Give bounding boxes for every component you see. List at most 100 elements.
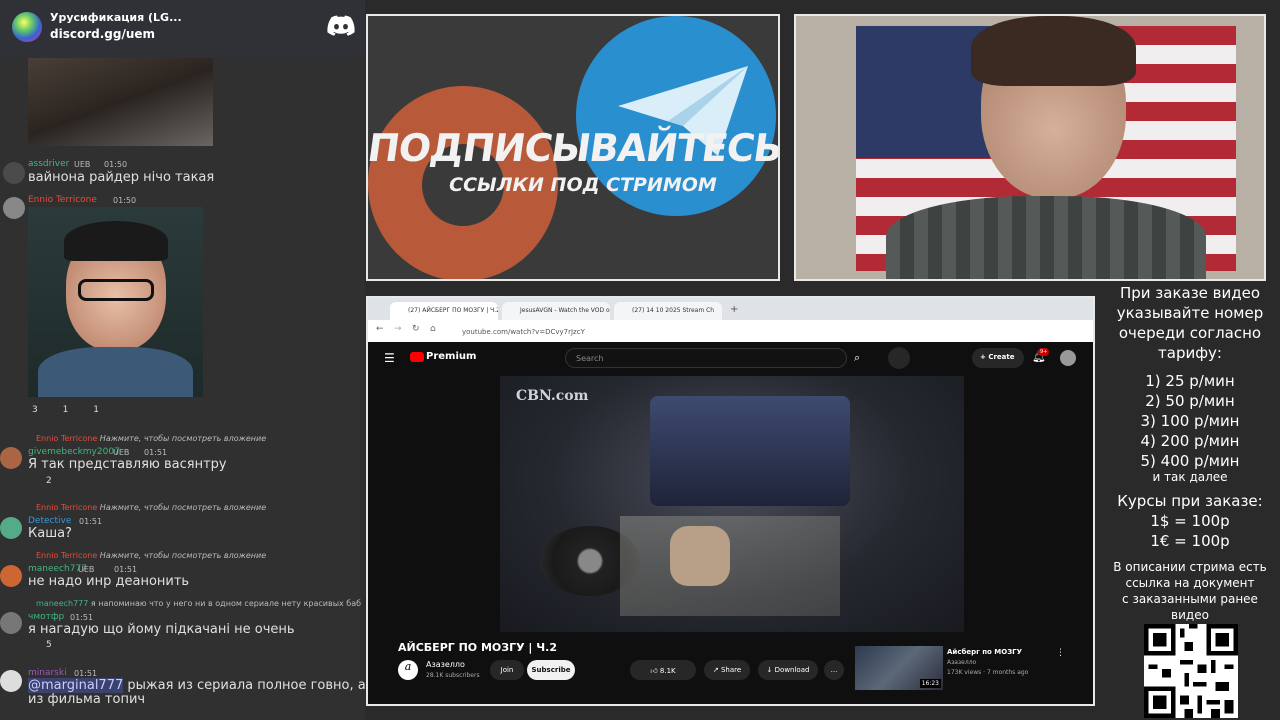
join-button[interactable]: Join <box>490 660 524 680</box>
reaction-count[interactable]: 2 <box>46 476 52 486</box>
browser-tab[interactable]: JesusAVGN - Watch the VOD o <box>502 302 610 320</box>
price-item: 4) 200 р/мин <box>1140 432 1240 450</box>
avatar[interactable] <box>3 162 25 184</box>
recommended-thumbnail[interactable]: 16:23 <box>855 646 943 690</box>
subscriber-count: 28.1K subscribers <box>426 672 480 679</box>
reply-user: Ennio Terricone <box>36 434 98 443</box>
user-mention[interactable]: @marginal777 <box>28 678 124 693</box>
info-text: При заказе видео <box>1119 284 1261 302</box>
username[interactable]: givemebeckmy2007 <box>28 447 120 457</box>
username[interactable]: Detective <box>28 516 71 526</box>
video-person <box>670 526 730 586</box>
user-badge: UEB <box>113 448 130 457</box>
user-badge: UEB <box>78 565 95 574</box>
more-actions-button[interactable]: ... <box>824 660 844 680</box>
youtube-logo-icon[interactable] <box>410 352 424 362</box>
price-etc: и так далее <box>1152 470 1228 484</box>
message-text: @marginal777 рыжая из сериала полное гов… <box>28 678 365 693</box>
browser-tab[interactable]: (27) АЙСБЕРГ ПО МОЗГУ | Ч.2 <box>390 302 498 320</box>
channel-avatar[interactable]: a <box>398 660 418 680</box>
browser-tab[interactable]: (27) 14 10 2025 Stream Ch <box>614 302 722 320</box>
reply-user: Ennio Terricone <box>36 551 98 560</box>
download-button[interactable]: ↓ Download <box>758 660 818 680</box>
recommended-title[interactable]: Айсберг по МОЗГУ <box>947 648 1022 656</box>
info-text: В описании стрима есть <box>1113 560 1267 574</box>
reply-text: я напоминаю что у него ни в одном сериал… <box>90 599 362 608</box>
home-icon[interactable]: ⌂ <box>430 324 436 334</box>
attachment-jacket <box>38 347 193 397</box>
account-avatar[interactable] <box>1060 350 1076 366</box>
reply-preview[interactable]: Ennio Terricone Нажмите, чтобы посмотрет… <box>36 551 266 560</box>
new-tab-button[interactable]: + <box>730 304 738 315</box>
reply-user: Ennio Terricone <box>36 503 98 512</box>
microphone-icon[interactable] <box>888 347 910 369</box>
forward-icon[interactable]: → <box>394 324 402 334</box>
info-text: указывайте номер <box>1116 304 1264 322</box>
timestamp: 01:51 <box>144 448 168 457</box>
avatar[interactable] <box>0 565 22 587</box>
reply-preview[interactable]: Ennio Terricone Нажмите, чтобы посмотрет… <box>36 503 266 512</box>
reaction-count[interactable]: 5 <box>46 640 52 650</box>
share-label: Share <box>720 666 742 674</box>
recommended-channel: Азазелло <box>947 659 977 666</box>
qr-code-icon[interactable] <box>1144 624 1238 718</box>
avatar[interactable] <box>0 447 22 469</box>
avatar[interactable] <box>0 612 22 634</box>
price-item: 2) 50 р/мин <box>1145 392 1235 410</box>
reaction-list[interactable]: 3 1 1 <box>32 405 99 415</box>
search-icon[interactable]: ⌕ <box>854 351 860 365</box>
video-truck <box>650 396 850 506</box>
recommended-duration: 16:23 <box>919 679 941 688</box>
avatar[interactable] <box>0 517 22 539</box>
search-input[interactable]: Search <box>565 348 847 368</box>
server-invite-link[interactable]: discord.gg/uem <box>50 27 155 41</box>
info-text: видео <box>1171 608 1209 622</box>
timestamp: 01:51 <box>70 613 94 622</box>
reaction-count: 1 <box>93 405 99 415</box>
promo-banner: ПОДПИСЫВАЙТЕСЬ ССЫЛКИ ПОД СТРИМОМ <box>366 14 780 281</box>
channel-initial: a <box>404 660 412 673</box>
timestamp: 01:51 <box>79 517 103 526</box>
username[interactable]: чмотфр <box>28 612 64 622</box>
chat-header: Урусификация (LG... discord.gg/uem <box>0 0 365 58</box>
user-badge: UEB <box>74 160 91 169</box>
info-text: очереди согласно <box>1118 324 1262 342</box>
avatar[interactable] <box>3 197 25 219</box>
image-attachment[interactable] <box>28 207 203 397</box>
attachment-hair <box>64 221 168 261</box>
username[interactable]: assdriver <box>28 159 69 169</box>
video-floor <box>620 516 840 616</box>
menu-icon[interactable]: ☰ <box>384 351 395 365</box>
promo-title: ПОДПИСЫВАЙТЕСЬ <box>366 126 780 170</box>
create-button[interactable]: + Create <box>972 348 1024 368</box>
share-button[interactable]: ↗ Share <box>704 660 750 680</box>
subscribe-button[interactable]: Subscribe <box>527 660 575 680</box>
video-player[interactable]: CBN.com <box>500 376 964 632</box>
message-text: Я так представляю васянтру <box>28 457 227 472</box>
streamer-hair <box>971 16 1136 86</box>
reply-text: Нажмите, чтобы посмотреть вложение <box>99 503 267 512</box>
youtube-premium-label[interactable]: Premium <box>426 351 476 362</box>
address-input[interactable]: youtube.com/watch?v=DCvy7rJzcY <box>462 328 912 342</box>
rates-title: Курсы при заказе: <box>1117 492 1263 510</box>
reply-preview[interactable]: Ennio Terricone Нажмите, чтобы посмотрет… <box>36 434 266 443</box>
server-icon[interactable] <box>12 12 42 42</box>
message-text: вайнона райдер нічо такая <box>28 170 215 185</box>
reload-icon[interactable]: ↻ <box>412 324 420 334</box>
channel-name[interactable]: Азазелло <box>426 660 465 669</box>
message-text: я нагадую що йому підкачані не очень <box>28 622 295 637</box>
reply-preview[interactable]: maneech777 я напоминаю что у него ни в о… <box>36 599 361 608</box>
streamer-shirt <box>886 196 1206 279</box>
tab-strip: (27) АЙСБЕРГ ПО МОЗГУ | Ч.2 JesusAVGN - … <box>368 298 1093 320</box>
kebab-menu-icon[interactable]: ⋮ <box>1056 648 1065 658</box>
avatar[interactable] <box>0 670 22 692</box>
message-text: Каша? <box>28 526 72 541</box>
like-count: 8.1K <box>659 667 676 675</box>
image-attachment[interactable] <box>28 58 213 146</box>
timestamp: 01:50 <box>104 160 128 169</box>
username[interactable]: minarski <box>28 668 67 678</box>
like-button[interactable]: 👍︎ 8.1K <box>630 660 696 680</box>
rate-item: 1$ = 100р <box>1150 512 1230 530</box>
back-icon[interactable]: ← <box>376 324 384 334</box>
username[interactable]: Ennio Terricone <box>28 195 97 205</box>
